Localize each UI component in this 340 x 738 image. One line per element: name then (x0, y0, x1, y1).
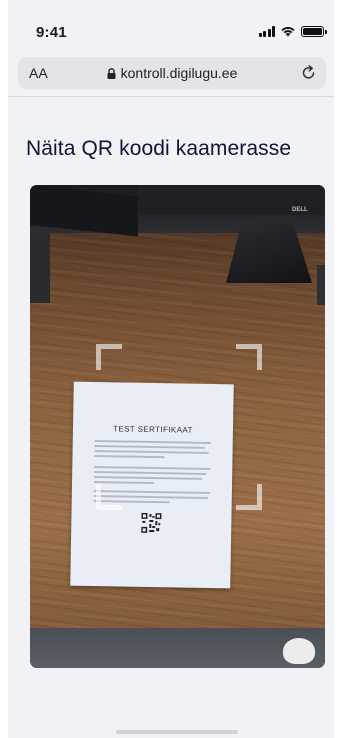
monitor-logo: DELL (292, 207, 308, 213)
floor (30, 628, 325, 668)
camera-viewfinder: DELL TEST SERTIFIKAAT (30, 185, 325, 668)
signal-icon (258, 25, 275, 37)
url-display[interactable]: kontroll.digilugu.ee (18, 65, 326, 81)
home-indicator[interactable] (116, 730, 238, 734)
qr-code-icon (141, 512, 162, 534)
right-stand (317, 265, 325, 305)
wifi-icon (281, 27, 295, 37)
left-stand (30, 233, 50, 303)
status-bar: 9:41 (8, 0, 334, 52)
page-title: Näita QR koodi kaamerasse (26, 137, 292, 160)
phone-screen: 9:41 AA kontroll.digilugu.ee Näita QR ko… (8, 0, 334, 738)
text-line (94, 465, 211, 471)
text-line (94, 449, 209, 454)
reload-icon[interactable] (300, 64, 317, 81)
text-line (94, 475, 203, 480)
text-line (94, 439, 211, 445)
status-time: 9:41 (36, 24, 67, 41)
address-bar[interactable]: AA kontroll.digilugu.ee (18, 57, 326, 89)
scan-frame-corner-top-right (236, 344, 262, 370)
certificate-title: TEST SERTIFIKAAT (113, 424, 193, 435)
toolbar-divider (8, 96, 334, 97)
lock-icon (107, 68, 116, 79)
url-text: kontroll.digilugu.ee (120, 65, 238, 81)
battery-icon (301, 25, 327, 37)
text-line (94, 444, 205, 449)
scan-frame-corner-top-left (96, 344, 122, 370)
scan-frame-corner-bottom-right (236, 484, 262, 510)
scan-frame-corner-bottom-left (96, 484, 122, 510)
shoe (283, 638, 315, 664)
status-icons (258, 25, 327, 37)
certificate-paper: TEST SERTIFIKAAT (70, 381, 234, 589)
text-line (94, 454, 165, 459)
text-line (94, 470, 207, 475)
